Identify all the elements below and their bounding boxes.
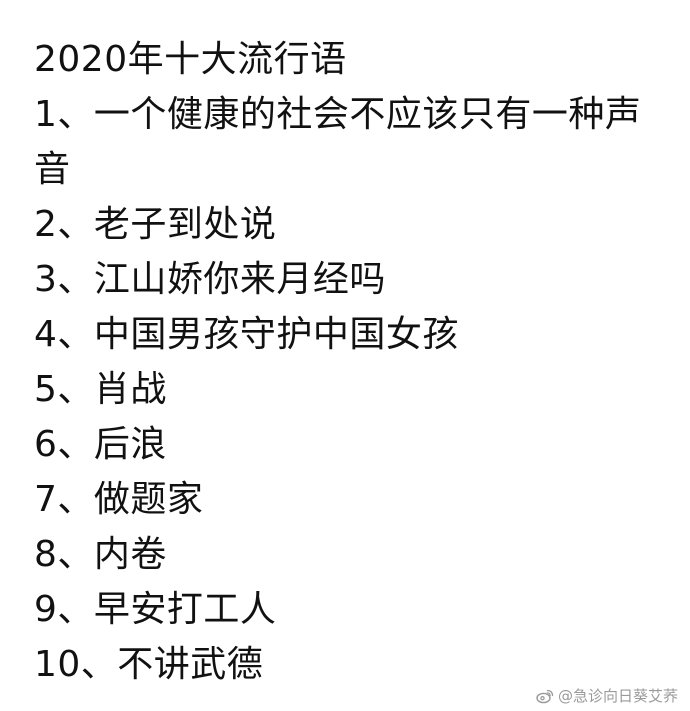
watermark-text: @急诊向日葵艾荞 [557, 687, 678, 705]
list-item-7: 7、做题家 [34, 479, 204, 520]
list-item-6: 6、后浪 [34, 424, 167, 465]
list-title: 2020年十大流行语 [34, 39, 347, 80]
weibo-icon [536, 688, 554, 704]
list-item-9: 9、早安打工人 [34, 589, 277, 630]
list-item-5: 5、肖战 [34, 369, 167, 410]
list-item-1: 1、一个健康的社会不应该只有一种声音 [34, 94, 642, 190]
list-item-2: 2、老子到处说 [34, 204, 277, 245]
list-item-10: 10、不讲武德 [34, 644, 264, 685]
list-item-4: 4、中国男孩守护中国女孩 [34, 314, 459, 355]
weibo-watermark: @急诊向日葵艾荞 [536, 687, 678, 705]
list-item-3: 3、江山娇你来月经吗 [34, 259, 386, 300]
list-container: 2020年十大流行语 1、一个健康的社会不应该只有一种声音 2、老子到处说 3、… [34, 32, 674, 692]
list-item-8: 8、内卷 [34, 534, 167, 575]
document-page: 2020年十大流行语 1、一个健康的社会不应该只有一种声音 2、老子到处说 3、… [0, 0, 690, 711]
